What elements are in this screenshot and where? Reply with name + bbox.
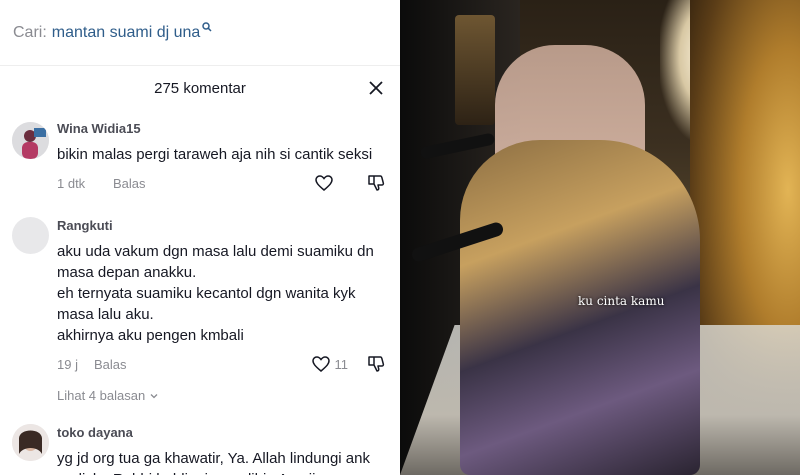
search-query-link[interactable]: mantan suami dj una	[52, 24, 201, 42]
chevron-down-icon	[150, 393, 158, 398]
comments-header: 275 komentar	[0, 66, 400, 110]
video-player[interactable]: ku cinta kamu	[400, 0, 800, 475]
comment-item: Wina Widia15 bikin malas pergi taraweh a…	[0, 120, 400, 193]
comments-count-title: 275 komentar	[154, 79, 246, 97]
comment-item: toko dayana yg jd org tua ga khawatir, Y…	[0, 424, 400, 475]
comment-meta: 19 j Balas 11	[57, 354, 400, 374]
heart-icon[interactable]	[311, 354, 331, 374]
like-button[interactable]	[314, 173, 338, 193]
comment-text: yg jd org tua ga khawatir, Ya. Allah lin…	[57, 450, 370, 475]
avatar[interactable]	[12, 217, 49, 254]
comment-text: bikin malas pergi taraweh aja nih si can…	[57, 146, 373, 163]
search-bar[interactable]: Cari: mantan suami dj una	[0, 0, 400, 66]
like-button[interactable]: 11	[311, 354, 349, 374]
view-replies-label: Lihat 4 balasan	[57, 388, 146, 403]
thumbs-down-icon[interactable]	[366, 354, 386, 374]
search-prefix: Cari:	[13, 23, 47, 41]
reply-button[interactable]: Balas	[94, 357, 127, 372]
close-icon[interactable]	[366, 78, 386, 98]
reply-button[interactable]: Balas	[113, 176, 146, 191]
avatar[interactable]	[12, 424, 49, 461]
like-count: 11	[334, 356, 349, 372]
video-wall-lamp	[455, 15, 495, 125]
comment-username[interactable]: Wina Widia15	[57, 120, 400, 138]
comment-time: 19 j	[57, 356, 78, 372]
comment-item: Rangkuti aku uda vakum dgn masa lalu dem…	[0, 217, 400, 403]
video-caption: ku cinta kamu	[578, 294, 665, 308]
comment-meta: 1 dtk Balas	[57, 173, 400, 193]
thumbs-down-icon[interactable]	[366, 173, 386, 193]
search-icon[interactable]	[202, 21, 212, 32]
comment-username[interactable]: toko dayana	[57, 424, 400, 442]
comment-text: aku uda vakum dgn masa lalu demi suamiku…	[57, 243, 374, 344]
comments-panel: Cari: mantan suami dj una 275 komentar W…	[0, 0, 400, 475]
heart-icon[interactable]	[314, 173, 334, 193]
comment-time: 1 dtk	[57, 175, 86, 191]
comment-username[interactable]: Rangkuti	[57, 217, 400, 235]
view-replies-button[interactable]: Lihat 4 balasan	[57, 388, 400, 403]
avatar[interactable]	[12, 122, 49, 159]
